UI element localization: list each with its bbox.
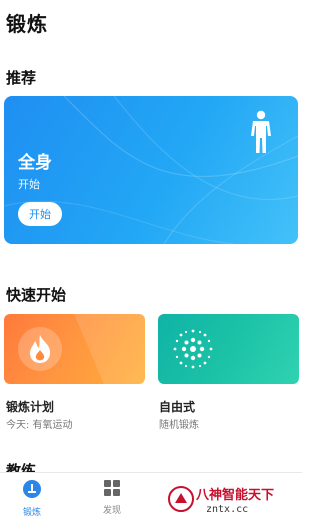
workout-plan-title: 锻炼计划 bbox=[6, 400, 55, 414]
tab-workout-label: 锻炼 bbox=[22, 508, 41, 518]
hero-start-button[interactable]: 开始 bbox=[18, 202, 62, 226]
grid-icon bbox=[104, 480, 120, 496]
watermark-logo-icon bbox=[168, 486, 194, 512]
section-title-recommend: 推荐 bbox=[6, 69, 37, 87]
section-title-quick-start: 快速开始 bbox=[6, 286, 67, 304]
tab-workout[interactable]: 锻炼 bbox=[12, 479, 52, 518]
dots-sphere-icon bbox=[170, 326, 216, 372]
workout-plan-subtitle: 今天: 有氧运动 bbox=[6, 420, 73, 431]
standing-person-icon bbox=[248, 110, 274, 158]
freestyle-title: 自由式 bbox=[159, 400, 196, 414]
freestyle-card[interactable] bbox=[158, 314, 299, 384]
hero-subtitle: 开始 bbox=[18, 178, 40, 191]
freestyle-subtitle: 随机锻炼 bbox=[159, 420, 199, 431]
tab-discover[interactable]: 发现 bbox=[92, 479, 132, 516]
watermark-text: 八神智能天下 bbox=[196, 488, 275, 503]
page-title: 锻炼 bbox=[6, 12, 48, 36]
workout-icon bbox=[23, 480, 41, 498]
hero-title: 全身 bbox=[18, 153, 52, 173]
hero-card-fullbody[interactable]: 全身 开始 开始 bbox=[4, 96, 298, 244]
watermark: 八神智能天下 zntx.cc bbox=[166, 478, 302, 528]
tab-discover-label: 发现 bbox=[102, 506, 121, 516]
watermark-url: zntx.cc bbox=[206, 504, 249, 515]
flame-icon bbox=[18, 327, 62, 371]
workout-plan-card[interactable] bbox=[4, 314, 145, 384]
